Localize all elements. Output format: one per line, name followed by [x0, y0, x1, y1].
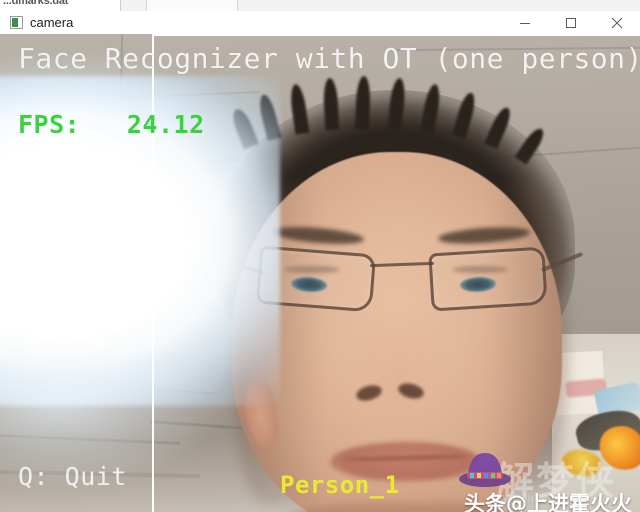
minimize-icon: [520, 22, 530, 24]
window-titlebar: camera: [0, 11, 640, 35]
close-icon: [611, 17, 623, 28]
overlay-person-label: Person_1: [280, 471, 400, 499]
window-controls: [502, 11, 640, 34]
watermark-main-text: 头条@上进霍火火: [464, 492, 632, 512]
screenshot-root: ...dmarks.dat camera Face Recognizer wit…: [0, 0, 640, 512]
window-title: camera: [30, 15, 74, 30]
maximize-button[interactable]: [548, 11, 594, 34]
overlay-fps: FPS: 24.12: [18, 110, 205, 139]
minimize-button[interactable]: [502, 11, 548, 34]
overlay-quit-hint: Q: Quit: [18, 462, 127, 491]
camera-app-icon: [10, 16, 23, 29]
face-bounding-box: [152, 34, 640, 512]
camera-video-feed[interactable]: Face Recognizer with OT (one person) FPS…: [0, 34, 640, 512]
overlay-title: Face Recognizer with OT (one person): [18, 42, 640, 75]
watermark: 解梦侠 www.jiem... 头条@上进霍火火: [450, 450, 640, 512]
background-window-tab-secondary: [146, 0, 238, 11]
close-button[interactable]: [594, 11, 640, 34]
background-window-tab-label: ...dmarks.dat: [3, 0, 69, 7]
face-bounding-box-top-edge: [152, 34, 640, 36]
maximize-icon: [566, 17, 576, 28]
